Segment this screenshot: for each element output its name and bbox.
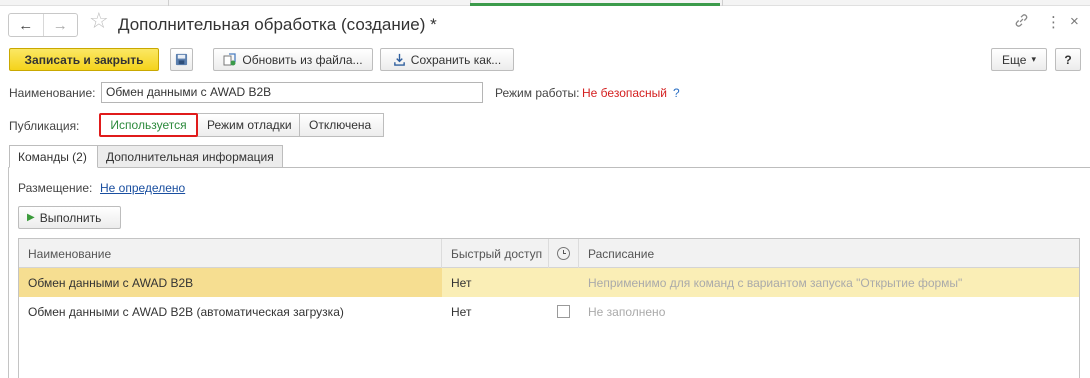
- floppy-disk-icon: [175, 53, 188, 66]
- row-name: Обмен данными с AWAD B2B (автоматическая…: [28, 304, 344, 319]
- publication-option-disabled[interactable]: Отключена: [299, 113, 384, 137]
- update-from-file-label: Обновить из файла...: [242, 52, 363, 67]
- strip-separator: [722, 0, 723, 6]
- save-and-close-label: Записать и закрыть: [24, 52, 144, 67]
- more-actions-label: Еще: [1002, 52, 1027, 67]
- row-quick-access[interactable]: Нет: [442, 297, 549, 326]
- save-and-close-button[interactable]: Записать и закрыть: [9, 48, 159, 71]
- favorite-star-icon[interactable]: ☆: [89, 10, 109, 32]
- window-tabs-strip: [0, 0, 1090, 6]
- update-from-file-button[interactable]: Обновить из файла...: [213, 48, 373, 71]
- row-schedule[interactable]: Не заполнено: [579, 297, 1079, 326]
- row-schedule-flag: [549, 297, 579, 326]
- save-as-button[interactable]: Сохранить как...: [380, 48, 514, 71]
- table-row[interactable]: Обмен данными с AWAD B2B (автоматическая…: [19, 297, 1079, 326]
- tab-commands[interactable]: Команды (2): [9, 145, 98, 168]
- forward-button[interactable]: →: [42, 14, 78, 36]
- help-label: ?: [1064, 52, 1072, 67]
- clock-icon: [557, 247, 570, 260]
- link-icon[interactable]: [1014, 13, 1029, 31]
- close-icon[interactable]: ×: [1070, 14, 1079, 29]
- publication-option-used[interactable]: Используется: [99, 113, 198, 137]
- run-button[interactable]: ▶ Выполнить: [18, 206, 121, 229]
- column-header-schedule[interactable]: Расписание: [579, 239, 1079, 268]
- back-arrow-icon: ←: [18, 16, 34, 34]
- mode-value[interactable]: Не безопасный: [582, 86, 667, 100]
- row-quick-access[interactable]: Нет: [442, 268, 549, 297]
- tab-additional-info[interactable]: Дополнительная информация: [97, 145, 283, 168]
- publication-switch: Используется Режим отладки Отключена: [99, 113, 384, 137]
- chevron-down-icon: ▾: [1031, 54, 1036, 64]
- update-from-file-icon: [223, 52, 237, 65]
- play-icon: ▶: [27, 212, 35, 223]
- tab-panel-left-border: [8, 167, 9, 378]
- table-header: Наименование Быстрый доступ Расписание: [19, 239, 1079, 268]
- back-button[interactable]: ←: [9, 14, 43, 36]
- strip-separator: [168, 0, 169, 6]
- column-header-quick-access[interactable]: Быстрый доступ: [442, 239, 549, 268]
- more-menu-icon[interactable]: ⋮: [1046, 15, 1061, 30]
- commands-table: Наименование Быстрый доступ Расписание О…: [18, 238, 1080, 378]
- save-button[interactable]: [170, 48, 193, 71]
- column-header-name[interactable]: Наименование: [19, 239, 442, 268]
- table-row[interactable]: Обмен данными с AWAD B2B Нет Неприменимо…: [19, 268, 1079, 297]
- page-title: Дополнительная обработка (создание) *: [118, 15, 437, 34]
- row-schedule[interactable]: Неприменимо для команд с вариантом запус…: [579, 268, 1079, 297]
- download-icon: [393, 53, 405, 66]
- name-label: Наименование:: [9, 86, 96, 100]
- schedule-checkbox[interactable]: [557, 305, 570, 318]
- row-name: Обмен данными с AWAD B2B: [19, 268, 442, 297]
- mode-label: Режим работы:: [495, 86, 580, 100]
- row-schedule-flag: [549, 268, 579, 297]
- column-header-schedule-flag[interactable]: [549, 239, 579, 268]
- placement-label: Размещение:: [18, 181, 93, 195]
- save-as-label: Сохранить как...: [410, 52, 502, 67]
- forward-arrow-icon: →: [52, 16, 68, 34]
- active-window-tab-indicator[interactable]: [470, 3, 720, 6]
- run-label: Выполнить: [39, 210, 102, 225]
- publication-label: Публикация:: [9, 119, 80, 133]
- publication-option-debug[interactable]: Режим отладки: [197, 113, 300, 137]
- mode-help-icon[interactable]: ?: [673, 86, 680, 100]
- more-actions-button[interactable]: Еще ▾: [991, 48, 1047, 71]
- help-button[interactable]: ?: [1055, 48, 1081, 71]
- name-input[interactable]: Обмен данными с AWAD B2B: [101, 82, 483, 103]
- history-navigation: ← →: [8, 13, 78, 37]
- placement-link[interactable]: Не определено: [100, 181, 185, 195]
